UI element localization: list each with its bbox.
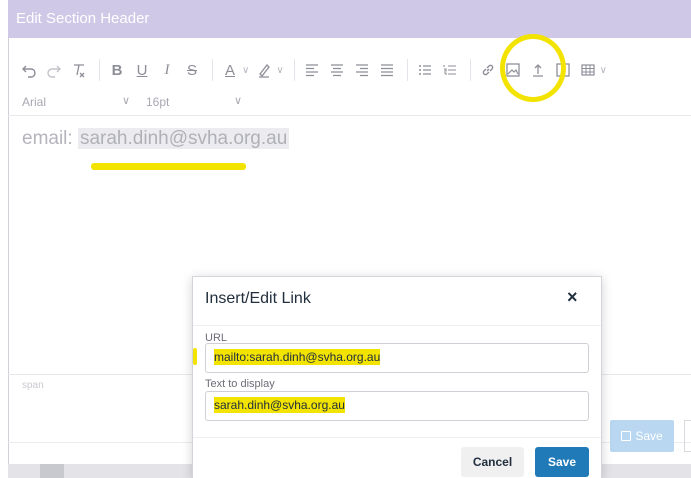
- chevron-down-icon[interactable]: ∨: [234, 94, 242, 107]
- undo-icon[interactable]: [18, 58, 40, 82]
- toolbar-separator: [293, 59, 295, 81]
- page-save-button[interactable]: Save: [610, 420, 674, 452]
- table-icon[interactable]: [577, 58, 599, 82]
- page-button-edge[interactable]: [684, 420, 691, 452]
- font-bar: Arial ∨ 16pt ∨: [8, 88, 691, 116]
- page-save-label: Save: [635, 429, 663, 443]
- toolbar-separator: [212, 59, 213, 81]
- font-size-select[interactable]: 16pt: [146, 95, 169, 109]
- font-family-select[interactable]: Arial: [22, 95, 46, 109]
- strikethrough-icon[interactable]: S: [181, 58, 203, 82]
- url-field[interactable]: mailto:sarah.dinh@svha.org.au: [205, 343, 589, 373]
- link-icon[interactable]: [477, 58, 499, 82]
- chevron-down-icon[interactable]: ∨: [242, 65, 249, 76]
- close-icon[interactable]: ×: [567, 287, 578, 308]
- toolbar-separator: [406, 59, 408, 81]
- editor-content[interactable]: email: sarah.dinh@svha.org.au: [22, 128, 290, 150]
- text-color-icon[interactable]: A: [219, 58, 241, 82]
- underline-icon[interactable]: U: [131, 58, 153, 82]
- yellow-highlight-underline: [91, 163, 246, 170]
- numbered-list-icon[interactable]: [439, 58, 461, 82]
- chevron-down-icon[interactable]: ∨: [600, 65, 607, 76]
- yellow-highlight-mark: [193, 348, 197, 365]
- save-icon: [621, 431, 632, 441]
- dialog-title: Insert/Edit Link: [205, 290, 311, 307]
- email-link[interactable]: sarah.dinh@svha.org.au: [77, 128, 290, 149]
- toolbar-separator: [99, 59, 100, 81]
- bullet-list-icon[interactable]: [414, 58, 436, 82]
- chevron-down-icon[interactable]: ∨: [276, 65, 283, 76]
- save-button[interactable]: Save: [535, 447, 589, 477]
- text-to-display-field[interactable]: sarah.dinh@svha.org.au: [205, 391, 589, 421]
- align-justify-icon[interactable]: [376, 58, 398, 82]
- email-label: email:: [22, 128, 73, 149]
- url-value: mailto:sarah.dinh@svha.org.au: [214, 349, 381, 365]
- highlight-color-icon[interactable]: [253, 58, 275, 82]
- dialog-header-divider: [193, 325, 601, 326]
- element-path: span: [22, 380, 44, 391]
- clear-formatting-icon[interactable]: [68, 58, 90, 82]
- align-left-icon[interactable]: [301, 58, 323, 82]
- bold-icon[interactable]: B: [106, 58, 128, 82]
- align-center-icon[interactable]: [326, 58, 348, 82]
- text-to-display-label: Text to display: [205, 378, 275, 390]
- cancel-button[interactable]: Cancel: [461, 447, 524, 477]
- insert-link-dialog: Insert/Edit Link × URL mailto:sarah.dinh…: [192, 276, 602, 478]
- chevron-down-icon[interactable]: ∨: [122, 94, 130, 107]
- window-title: Edit Section Header: [8, 0, 691, 38]
- text-to-display-value: sarah.dinh@svha.org.au: [214, 397, 345, 413]
- redo-icon[interactable]: [43, 58, 65, 82]
- italic-icon[interactable]: I: [156, 58, 178, 82]
- yellow-highlight-circle: [500, 34, 566, 102]
- align-right-icon[interactable]: [351, 58, 373, 82]
- scrollbar-thumb[interactable]: [40, 464, 64, 478]
- toolbar-separator: [469, 59, 471, 81]
- dialog-footer-divider: [193, 437, 601, 438]
- editor-toolbar: B U I S A ∨ ∨ ∨: [8, 52, 691, 88]
